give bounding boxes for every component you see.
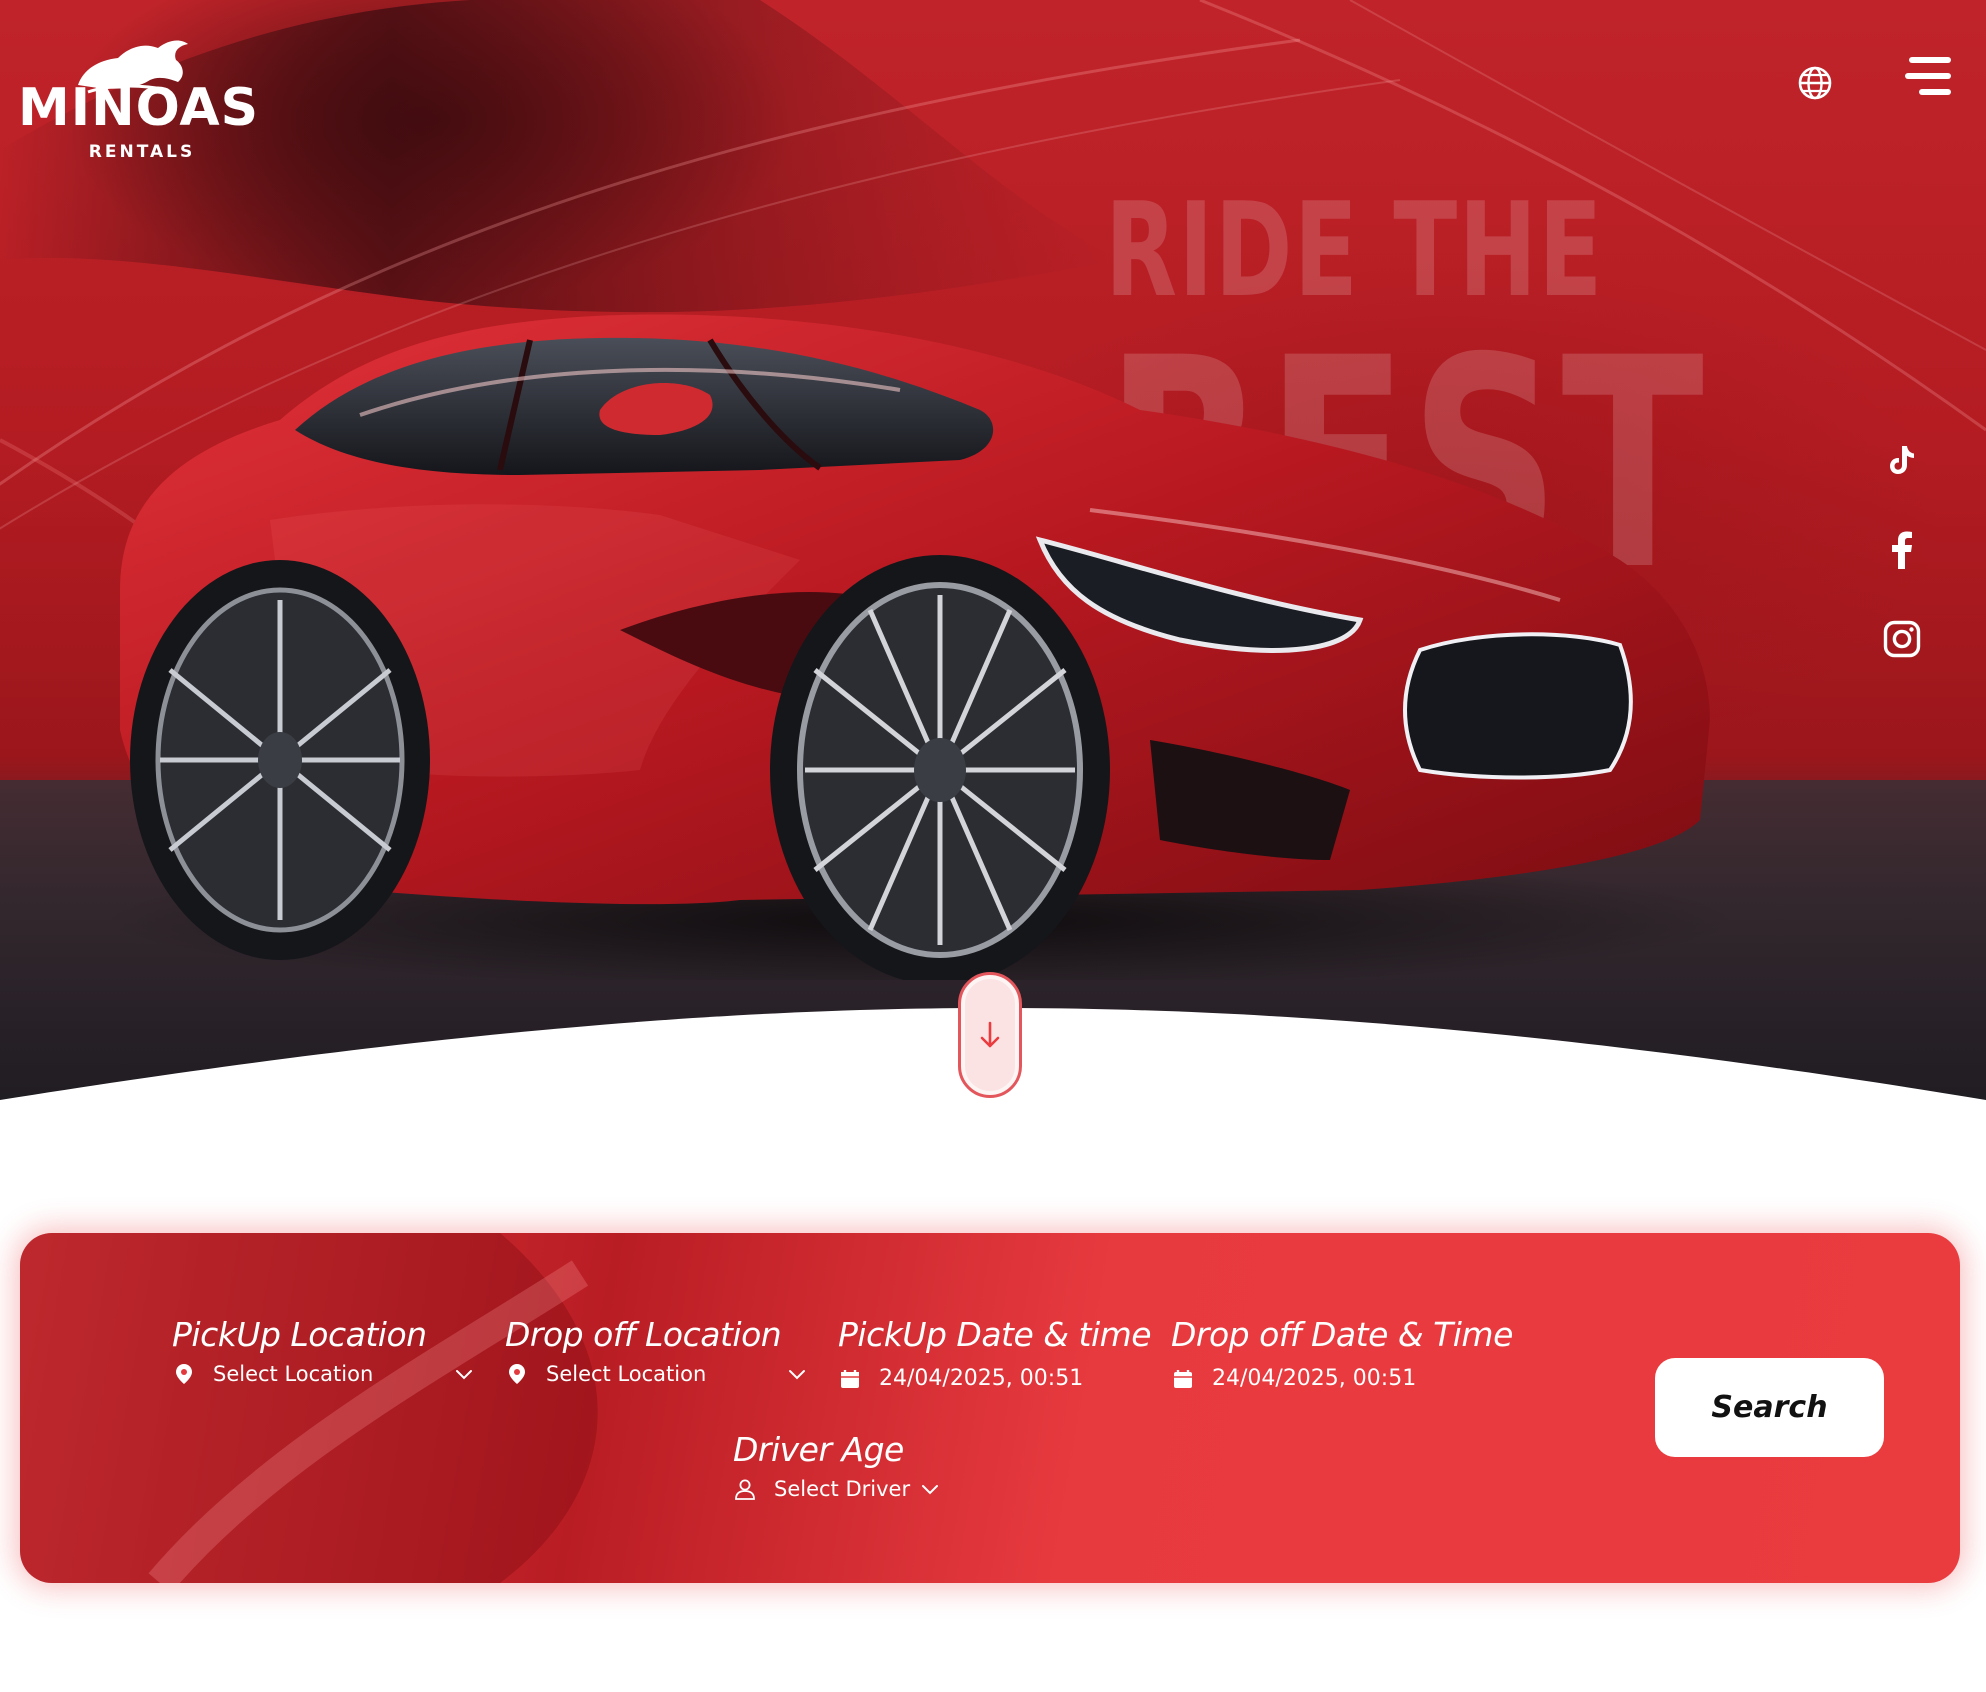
booking-search-panel: PickUp Location Select Location Drop off… [20, 1233, 1960, 1583]
driver-age-select[interactable]: Select Driver [733, 1477, 940, 1501]
dropoff-datetime-value: 24/04/2025, 00:51 [1212, 1366, 1417, 1391]
map-pin-icon [505, 1362, 529, 1386]
pickup-location-select[interactable]: Select Location [172, 1362, 474, 1386]
brand-name: MINOAS [18, 78, 260, 138]
search-button[interactable]: Search [1655, 1358, 1884, 1457]
hamburger-menu-icon[interactable] [1905, 55, 1951, 97]
chevron-down-icon [920, 1479, 940, 1499]
calendar-icon [838, 1367, 862, 1391]
brand-tagline: RENTALS [88, 142, 196, 162]
dropoff-location-select[interactable]: Select Location [505, 1362, 807, 1386]
chevron-down-icon [454, 1364, 474, 1384]
chevron-down-icon [787, 1364, 807, 1384]
pickup-datetime-input[interactable]: 24/04/2025, 00:51 [838, 1366, 1151, 1391]
globe-icon[interactable] [1797, 65, 1833, 101]
tiktok-icon[interactable] [1882, 440, 1922, 480]
arrow-down-icon [980, 1021, 1000, 1048]
user-icon [733, 1477, 757, 1501]
dropoff-datetime-label: Drop off Date & Time [1171, 1315, 1513, 1354]
hero-section: RIDE THE BEST MINOAS RENTALS [0, 0, 1986, 1110]
dropoff-location-label: Drop off Location [505, 1315, 782, 1354]
hero-headline-line1: RIDE THE [1105, 174, 1604, 326]
pickup-location-value: Select Location [213, 1362, 374, 1386]
pickup-location-label: PickUp Location [172, 1315, 427, 1354]
pickup-datetime-value: 24/04/2025, 00:51 [879, 1366, 1084, 1391]
calendar-icon [1171, 1367, 1195, 1391]
brand-logo[interactable]: MINOAS RENTALS [18, 30, 258, 162]
pickup-datetime-label: PickUp Date & time [838, 1315, 1152, 1354]
instagram-icon[interactable] [1882, 619, 1922, 659]
hero-car-image [100, 314, 1740, 980]
map-pin-icon [172, 1362, 196, 1386]
pickup-location-field: PickUp Location Select Location [172, 1315, 474, 1386]
dropoff-location-value: Select Location [546, 1362, 707, 1386]
pickup-datetime-field: PickUp Date & time 24/04/2025, 00:51 [838, 1315, 1152, 1391]
scroll-down-button[interactable] [958, 972, 1022, 1098]
driver-age-label: Driver Age [733, 1430, 904, 1469]
dropoff-datetime-field: Drop off Date & Time 24/04/2025, 00:51 [1171, 1315, 1513, 1391]
driver-age-value: Select Driver [774, 1477, 911, 1501]
facebook-icon[interactable] [1882, 530, 1922, 570]
dropoff-datetime-input[interactable]: 24/04/2025, 00:51 [1171, 1366, 1513, 1391]
dropoff-location-field: Drop off Location Select Location [505, 1315, 807, 1386]
driver-age-field: Driver Age Select Driver [733, 1430, 940, 1501]
